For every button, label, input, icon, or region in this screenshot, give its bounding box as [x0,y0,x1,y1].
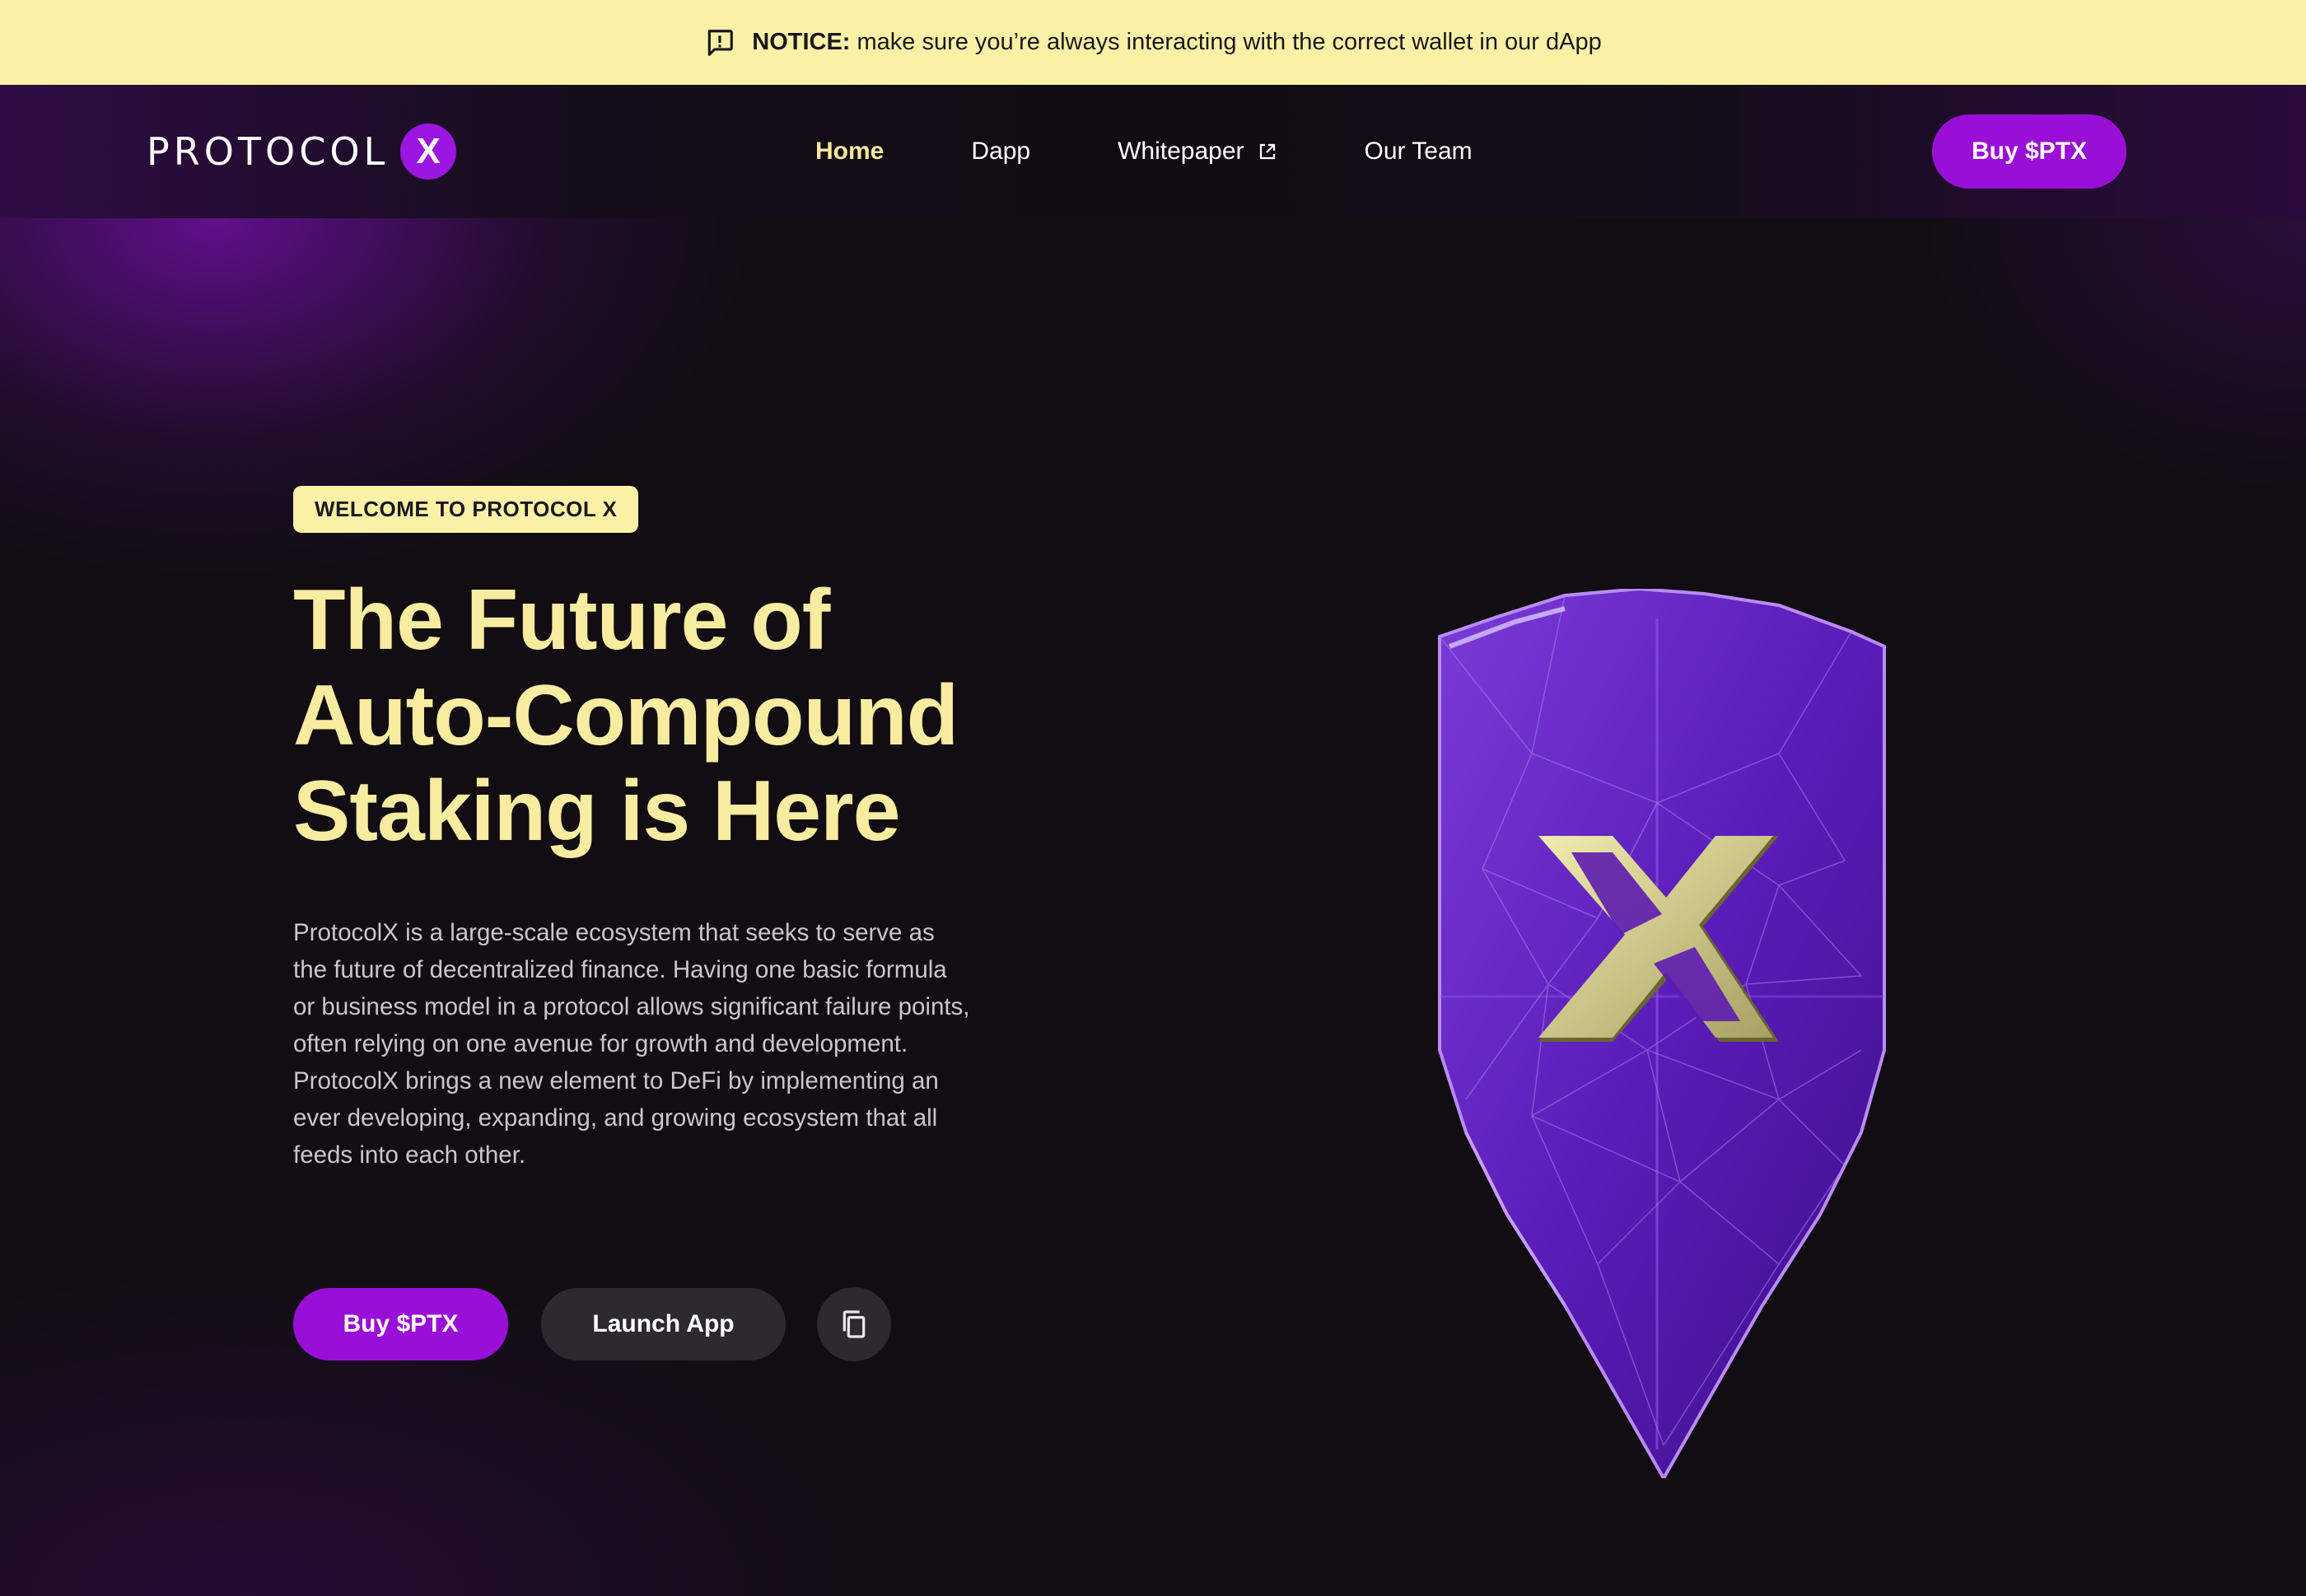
nav-item-dapp[interactable]: Dapp [971,138,1030,166]
hero-description: ProtocolX is a large-scale ecosystem tha… [293,914,1001,1174]
nav-item-home[interactable]: Home [815,138,884,166]
hero-section: WELCOME TO PROTOCOL X The Future of Auto… [0,218,2306,1596]
headline-line-1: The Future of [293,572,830,668]
notice-icon [704,27,735,58]
description-line: ProtocolX is a large-scale ecosystem tha… [293,919,935,946]
shield-x-illustration [1438,589,1886,1478]
description-line: ever developing, expanding, and growing … [293,1104,938,1132]
welcome-pill: WELCOME TO PROTOCOL X [293,486,639,533]
nav-menu: Home Dapp Whitepaper Our Team [815,85,1560,218]
copy-icon [843,1310,866,1338]
description-line: or business model in a protocol allows s… [293,993,970,1020]
logo[interactable]: PROTOCOL X [147,121,457,182]
description-line: often relying on one avenue for growth a… [293,1030,908,1057]
top-navigation: PROTOCOL X Home Dapp Whitepaper Our Team… [0,85,2306,218]
logo-x-badge: X [400,124,457,180]
nav-buy-button[interactable]: Buy $PTX [1932,114,2126,189]
launch-app-button[interactable]: Launch App [541,1288,786,1360]
headline-line-2: Auto-Compound [293,668,959,763]
notice-text: make sure you’re always interacting with… [857,29,1602,55]
headline-line-3: Staking is Here [293,763,900,859]
logo-text: PROTOCOL [147,129,390,174]
nav-item-whitepaper[interactable]: Whitepaper [1118,138,1277,166]
notice-label: NOTICE: [752,29,851,55]
description-line: ProtocolX brings a new element to DeFi b… [293,1067,939,1094]
description-line: the future of decentralized finance. Hav… [293,956,947,983]
external-link-icon [1259,143,1275,160]
description-line: feeds into each other. [293,1141,526,1169]
hero-headline: The Future of Auto-Compound Staking is H… [293,572,1117,859]
notice-banner: NOTICE: make sure you’re always interact… [0,0,2306,85]
copy-address-button[interactable] [817,1287,891,1361]
nav-item-our-team[interactable]: Our Team [1365,138,1473,166]
hero-actions: Buy $PTX Launch App [293,1287,891,1361]
nav-item-whitepaper-label: Whitepaper [1118,138,1244,165]
hero-buy-button[interactable]: Buy $PTX [293,1288,508,1360]
